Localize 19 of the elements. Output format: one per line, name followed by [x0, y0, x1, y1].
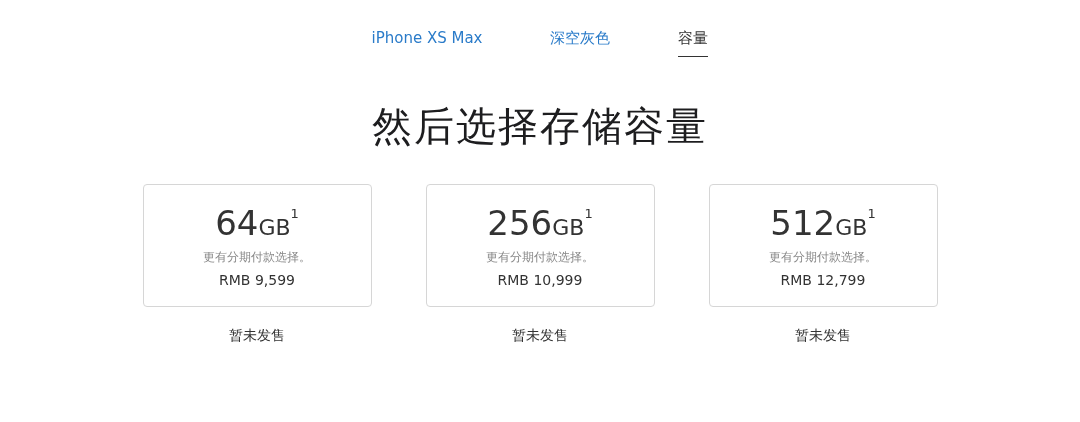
installment-note: 更有分期付款选择。 — [486, 249, 594, 266]
availability-label: 暂未发售 — [512, 327, 568, 345]
capacity-label: 256GB $^{1}$ — [487, 203, 593, 245]
capacity-label: 512GB $^{1}$ — [770, 203, 876, 245]
capacity-card[interactable]: 512GB $^{1}$ 更有分期付款选择。 RMB 12,799 — [708, 184, 938, 307]
price-label: RMB 10,999 — [497, 271, 583, 290]
capacity-card[interactable]: 256GB $^{1}$ 更有分期付款选择。 RMB 10,999 — [425, 184, 655, 307]
installment-note: 更有分期付款选择。 — [203, 249, 311, 266]
page-heading: 然后选择存储容量 — [372, 102, 708, 151]
price-label: RMB 12,799 — [780, 271, 866, 290]
price-label: RMB 9,599 — [219, 271, 295, 290]
capacity-card[interactable]: 64GB $^{1}$ 更有分期付款选择。 RMB 9,599 — [142, 184, 372, 307]
capacity-label: 64GB $^{1}$ — [215, 203, 299, 245]
installment-note: 更有分期付款选择。 — [769, 249, 877, 266]
availability-label: 暂未发售 — [795, 327, 851, 345]
step-link[interactable]: 深空灰色 — [550, 28, 611, 57]
step-link[interactable]: iPhone XS Max — [371, 28, 483, 57]
step-link[interactable]: 容量 — [678, 28, 709, 57]
availability-label: 暂未发售 — [229, 327, 285, 345]
